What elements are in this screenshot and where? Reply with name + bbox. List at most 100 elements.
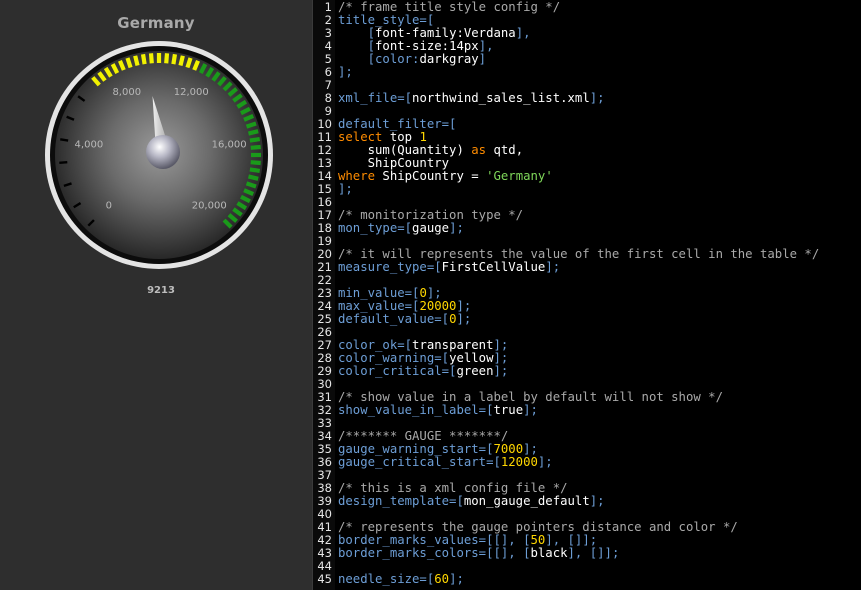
code-token: green — [456, 364, 494, 378]
code-line[interactable]: show_value_in_label=[true]; — [338, 404, 538, 417]
code-token: 60 — [434, 572, 450, 586]
code-token: max_value=[ — [338, 299, 420, 313]
code-token: min_value=[ — [338, 286, 420, 300]
code-line[interactable]: gauge_critical_start=[12000]; — [338, 456, 553, 469]
gauge-tick-mark — [247, 129, 259, 136]
code-token: /* it will represents the value of the f… — [338, 247, 820, 261]
code-token: ]; — [449, 572, 464, 586]
code-token: black — [530, 546, 568, 560]
code-token: yellow — [449, 351, 494, 365]
gauge-tick-mark — [249, 167, 261, 174]
code-line[interactable]: mon_type=[gauge]; — [338, 222, 464, 235]
code-token: ]; — [523, 403, 538, 417]
code-token: FirstCellValue — [441, 260, 546, 274]
code-token: design_template=[ — [338, 494, 464, 508]
code-token: ], — [515, 26, 531, 40]
code-token: border_marks_values=[[], [ — [338, 533, 531, 547]
code-token: where — [338, 169, 376, 183]
code-token: transparent — [412, 338, 494, 352]
code-token: ]; — [523, 442, 538, 456]
code-line[interactable]: default_value=[0]; — [338, 313, 471, 326]
gauge-tick-label: 4,000 — [75, 139, 104, 150]
code-token: ShipCountry — [338, 156, 450, 170]
code-token: ] — [478, 52, 487, 66]
code-token: ]; — [456, 312, 472, 326]
code-token: ]; — [456, 299, 472, 313]
code-token: needle_size=[ — [338, 572, 435, 586]
code-token: /******* GAUGE *******/ — [338, 429, 509, 443]
code-token: ]; — [493, 364, 509, 378]
code-line[interactable]: needle_size=[60]; — [338, 573, 464, 586]
gauge-tick-mark — [171, 53, 178, 65]
gauge-tick-label: 12,000 — [174, 87, 209, 98]
code-token: /* show value in a label by default will… — [338, 390, 723, 404]
gauge-tick-mark — [140, 53, 147, 65]
code-line[interactable]: ]; — [338, 183, 353, 196]
gauge-tick-mark — [59, 161, 68, 165]
gauge-hub — [146, 135, 180, 169]
line-number-gutter: 1 2 3 4 5 6 7 8 9 10 11 12 13 14 15 16 17 18 19 20 21 22 23 24 2… — [312, 0, 335, 590]
code-token: ]; — [449, 221, 464, 235]
code-token: border_marks_colors=[[], [ — [338, 546, 531, 560]
code-token: ]; — [589, 494, 605, 508]
code-token: mon_type=[ — [338, 221, 413, 235]
code-token: gauge — [412, 221, 450, 235]
code-token: mon_gauge_default — [463, 494, 590, 508]
code-line[interactable]: border_marks_colors=[[], [black], []]; — [338, 547, 619, 560]
code-line[interactable]: [color:darkgray] — [338, 53, 486, 66]
code-line[interactable]: measure_type=[FirstCellValue]; — [338, 261, 560, 274]
code-line[interactable]: color_critical=[green]; — [338, 365, 508, 378]
code-token: color_warning=[ — [338, 351, 450, 365]
gauge-tick-mark — [148, 53, 154, 64]
gauge-tick-mark — [245, 181, 257, 189]
code-token: top — [382, 130, 420, 144]
code-token: ]; — [338, 65, 353, 79]
code-line[interactable]: design_template=[mon_gauge_default]; — [338, 495, 605, 508]
gauge-value-label: 9213 — [147, 285, 175, 296]
code-editor[interactable]: /* frame title style config */title_styl… — [335, 0, 861, 590]
code-token: font-family:Verdana — [375, 26, 516, 40]
code-token: select — [338, 130, 383, 144]
code-token: xml_file=[ — [338, 91, 413, 105]
code-token: gauge_warning_start=[ — [338, 442, 494, 456]
code-token: ], — [478, 39, 494, 53]
code-line[interactable]: ]; — [338, 66, 353, 79]
code-token: northwind_sales_list.xml — [412, 91, 590, 105]
code-token: 1 — [419, 130, 427, 144]
gauge-tick-mark — [178, 55, 185, 67]
code-token: [color: — [338, 52, 420, 66]
gauge-tick-mark — [133, 55, 140, 67]
gauge-dial: 0 4,000 8,000 12,000 16,000 20,000 — [45, 41, 273, 269]
gauge-tick-label: 0 — [106, 201, 112, 212]
code-token: ShipCountry = — [375, 169, 487, 183]
gauge-panel: Germany 0 4,000 8,000 12,000 16,000 20,000 — [0, 0, 312, 590]
code-token: sum(Quantity) — [338, 143, 472, 157]
code-token: ]; — [493, 351, 509, 365]
code-token: /* frame title style config */ — [338, 0, 561, 14]
code-token: ]; — [426, 286, 442, 300]
code-token: measure_type=[ — [338, 260, 442, 274]
line-number: 45 — [317, 572, 332, 586]
gauge-tick-mark — [185, 57, 193, 69]
code-token: ]; — [493, 338, 509, 352]
code-token: true — [493, 403, 524, 417]
code-token: 12000 — [500, 455, 538, 469]
code-token: show_value_in_label=[ — [338, 403, 494, 417]
code-token: ]; — [537, 455, 553, 469]
code-token: qtd, — [486, 143, 524, 157]
gauge-tick-label: 16,000 — [212, 139, 247, 150]
code-token: 50 — [530, 533, 546, 547]
code-token: color_critical=[ — [338, 364, 457, 378]
code-token: as — [471, 143, 487, 157]
code-line[interactable]: xml_file=[northwind_sales_list.xml]; — [338, 92, 605, 105]
code-token: darkgray — [419, 52, 479, 66]
gauge-tick-mark — [247, 174, 259, 181]
gauge-tick-mark — [249, 136, 261, 143]
code-token: gauge_critical_start=[ — [338, 455, 501, 469]
gauge-tick-mark — [250, 160, 261, 166]
code-token: color_ok=[ — [338, 338, 413, 352]
code-line[interactable]: where ShipCountry = 'Germany' — [338, 170, 553, 183]
gauge-tick-mark — [250, 144, 261, 150]
code-token: ], []]; — [545, 533, 598, 547]
code-token: 20000 — [419, 299, 457, 313]
